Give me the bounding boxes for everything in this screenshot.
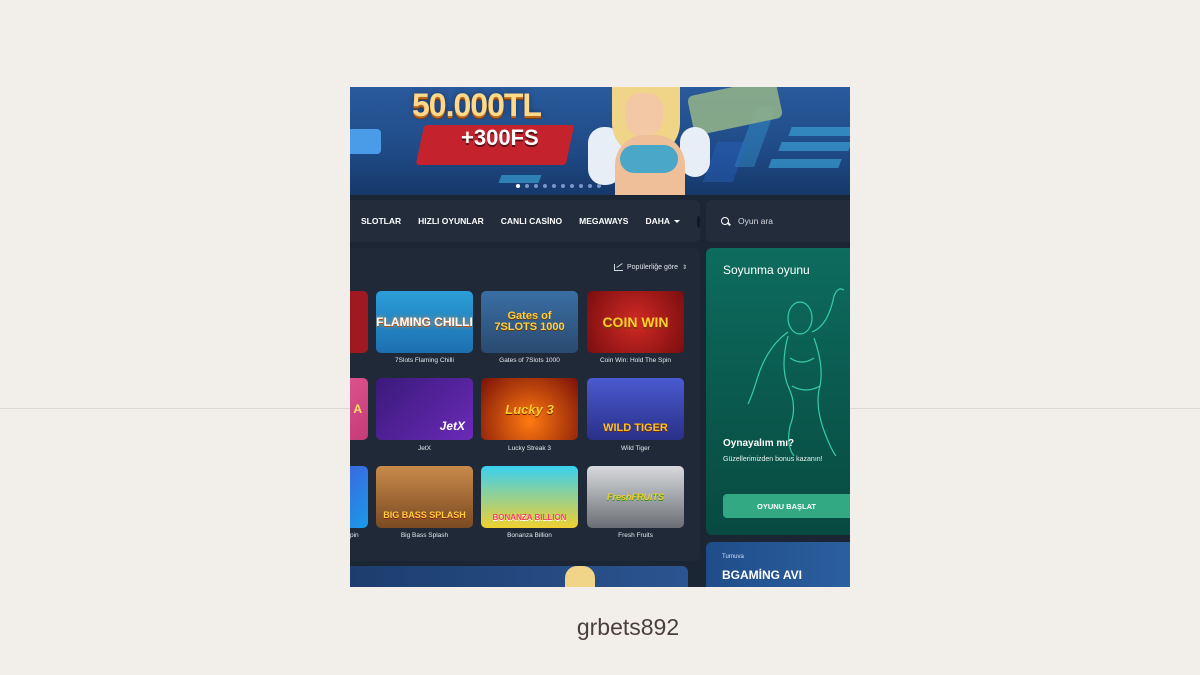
favorites-icon[interactable] [697, 214, 700, 228]
carousel-dot[interactable] [597, 184, 601, 188]
woman-outline-illustration [747, 288, 845, 456]
secondary-banner[interactable] [350, 566, 688, 587]
game-tile[interactable]: JetX [376, 378, 473, 440]
carousel-dot[interactable] [579, 184, 583, 188]
search-icon[interactable] [721, 216, 730, 226]
game-thumbnail: BONANZA BILLION [492, 513, 567, 522]
striptease-game-promo[interactable]: Soyunma oyunu Oynayalım mı? Güzellerimiz… [706, 248, 850, 535]
game-tile[interactable] [350, 291, 368, 353]
game-thumbnail: WILD TIGER [603, 422, 668, 434]
game-title: Coin Win: Hold The Spin [599, 357, 672, 364]
game-thumbnail [350, 466, 368, 528]
nav-item-hizli-oyunlar[interactable]: HIZLI OYUNLAR [418, 216, 484, 226]
game-title: pin [350, 532, 359, 539]
carousel-dot[interactable] [561, 184, 565, 188]
category-nav: SLOTLAR HIZLI OYUNLAR CANLI CASİNO MEGAW… [350, 200, 700, 242]
game-thumbnail: Lucky 3 [505, 401, 554, 417]
carousel-dot[interactable] [588, 184, 592, 188]
carousel-dot[interactable] [534, 184, 538, 188]
sort-arrows-icon: ⇕ [681, 265, 687, 271]
game-tile[interactable]: FLAMING CHILLI [376, 291, 473, 353]
secondary-banner-image [565, 566, 595, 587]
promo-subtitle: Güzellerimizden bonus kazanın! [723, 456, 823, 463]
casino-screenshot: 50.000TL +300FS SLOTLAR HIZLI OYUNLAR CA… [350, 87, 850, 587]
tournament-title: BGAMİNG AVI [722, 568, 802, 582]
tournament-card[interactable]: Turnuva BGAMİNG AVI [706, 542, 850, 587]
trend-chart-icon [613, 264, 623, 271]
carousel-dot[interactable] [552, 184, 556, 188]
game-tile[interactable]: A [350, 378, 368, 440]
game-thumbnail [350, 291, 368, 353]
game-thumbnail: Gates of 7SLOTS 1000 [494, 310, 565, 333]
nav-more-dropdown[interactable]: DAHA [645, 216, 681, 226]
game-title: Fresh Fruits [618, 532, 653, 539]
search-input[interactable] [738, 216, 838, 226]
game-tile[interactable]: FreshFRUITS [587, 466, 684, 528]
game-thumbnail: BIG BASS SPLASH [383, 510, 466, 520]
game-title: JetX [417, 445, 431, 452]
game-title: Bonanza Billion [507, 532, 552, 539]
game-tile[interactable]: Gates of 7SLOTS 1000 [481, 291, 578, 353]
game-tile[interactable]: WILD TIGER [587, 378, 684, 440]
carousel-dot[interactable] [543, 184, 547, 188]
chevron-down-icon [674, 219, 681, 223]
search-box [706, 200, 850, 242]
carousel-dot[interactable] [516, 184, 520, 188]
promo-title: Soyunma oyunu [723, 263, 810, 277]
sort-dropdown[interactable]: Popülerliğe göre ⇕ [613, 264, 687, 271]
carousel-dot[interactable] [525, 184, 529, 188]
nav-item-slotlar[interactable]: SLOTLAR [361, 216, 401, 226]
carousel-dot[interactable] [570, 184, 574, 188]
nav-item-canli-casino[interactable]: CANLI CASİNO [501, 216, 562, 226]
carousel-dots[interactable] [516, 184, 601, 188]
nav-item-megaways[interactable]: MEGAWAYS [579, 216, 628, 226]
banner-model-top [620, 145, 678, 173]
game-thumbnail: A [353, 402, 362, 416]
game-tile[interactable]: Lucky 3 [481, 378, 578, 440]
banner-model-face [625, 93, 663, 137]
game-tile[interactable]: BIG BASS SPLASH [376, 466, 473, 528]
games-grid-panel: Popülerliğe göre ⇕ FLAMING CHILLI Gates … [350, 248, 700, 561]
game-title: Big Bass Splash [400, 532, 449, 539]
image-caption: grbets892 [576, 614, 680, 640]
game-tile[interactable]: BONANZA BILLION [481, 466, 578, 528]
game-thumbnail: COIN WIN [602, 314, 669, 330]
game-title: Wild Tiger [621, 445, 650, 452]
game-tile[interactable]: COIN WIN [587, 291, 684, 353]
sort-label: Popülerliğe göre [626, 264, 678, 271]
game-thumbnail: JetX [439, 419, 465, 433]
game-title: Gates of 7Slots 1000 [499, 357, 560, 364]
game-title: 7Slots Flaming Chilli [395, 357, 454, 364]
hero-banner[interactable]: 50.000TL +300FS [350, 87, 850, 195]
game-tile[interactable] [350, 466, 368, 528]
game-thumbnail: FLAMING CHILLI [376, 315, 473, 329]
nav-more-label: DAHA [645, 216, 671, 226]
start-game-button[interactable]: OYUNU BAŞLAT [723, 494, 850, 518]
banner-amount: 50.000TL [412, 87, 542, 123]
banner-cta-button[interactable] [350, 129, 381, 154]
banner-freespins: +300FS [461, 125, 539, 150]
game-title: Lucky Streak 3 [508, 445, 551, 452]
tournament-kicker: Turnuva [722, 554, 744, 560]
game-thumbnail: FreshFRUITS [606, 491, 664, 502]
promo-question: Oynayalım mı? [723, 438, 795, 449]
